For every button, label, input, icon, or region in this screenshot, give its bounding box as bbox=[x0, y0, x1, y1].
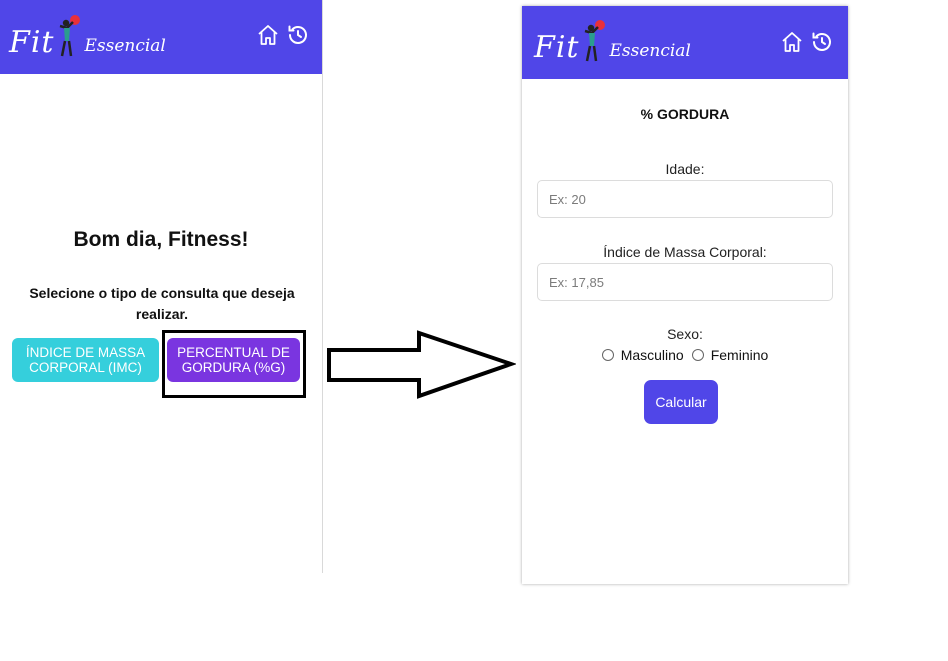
sexo-masculino-option[interactable]: Masculino bbox=[601, 347, 684, 363]
feminino-radio[interactable] bbox=[691, 349, 704, 361]
app-logo[interactable]: Fit Essencial bbox=[9, 14, 166, 58]
fitness-figure-icon bbox=[581, 19, 607, 63]
masculino-radio[interactable] bbox=[601, 349, 614, 361]
selection-highlight-box bbox=[162, 330, 306, 398]
gordura-screen: Fit Essencial % GORDURA Idade: Ex: 20 Ín… bbox=[522, 6, 848, 584]
imc-button[interactable]: ÍNDICE DE MASSA CORPORAL (IMC) bbox=[12, 338, 159, 382]
imc-button-line1: ÍNDICE DE MASSA bbox=[25, 345, 146, 360]
history-icon[interactable] bbox=[286, 23, 310, 47]
sexo-label: Sexo: bbox=[667, 326, 703, 342]
home-icon[interactable] bbox=[780, 30, 804, 54]
logo-essencial-text: Essencial bbox=[84, 36, 166, 56]
logo-essencial-text: Essencial bbox=[609, 41, 691, 61]
idade-label: Idade: bbox=[665, 161, 705, 177]
imc-input[interactable] bbox=[537, 263, 833, 301]
header-actions bbox=[256, 23, 310, 47]
greeting-heading: Bom dia, Fitness! bbox=[73, 228, 249, 251]
logo-fit-text: Fit bbox=[9, 25, 55, 60]
home-icon[interactable] bbox=[256, 23, 280, 47]
masculino-label: Masculino bbox=[620, 347, 684, 363]
app-logo[interactable]: Fit Essencial bbox=[534, 19, 691, 63]
calcular-button[interactable]: Calcular bbox=[644, 380, 718, 424]
fitness-figure-icon bbox=[56, 14, 82, 58]
app-header: Fit Essencial bbox=[522, 6, 848, 79]
history-icon[interactable] bbox=[810, 30, 834, 54]
header-actions bbox=[780, 30, 834, 54]
feminino-label: Feminino bbox=[710, 347, 769, 363]
app-header: Fit Essencial bbox=[0, 0, 322, 74]
sexo-radio-group: Masculino Feminino bbox=[522, 347, 848, 363]
imc-button-line2: CORPORAL (IMC) bbox=[29, 360, 142, 375]
idade-input[interactable] bbox=[537, 180, 833, 218]
form-title: % GORDURA bbox=[640, 106, 730, 122]
logo-fit-text: Fit bbox=[534, 30, 580, 65]
imc-label: Índice de Massa Corporal: bbox=[603, 244, 767, 260]
home-screen: Fit Essencial Bom dia, Fitness! Selecion… bbox=[0, 0, 323, 573]
select-prompt: Selecione o tipo de consulta que deseja … bbox=[29, 285, 295, 322]
right-arrow-icon bbox=[327, 330, 516, 399]
sexo-feminino-option[interactable]: Feminino bbox=[691, 347, 769, 363]
